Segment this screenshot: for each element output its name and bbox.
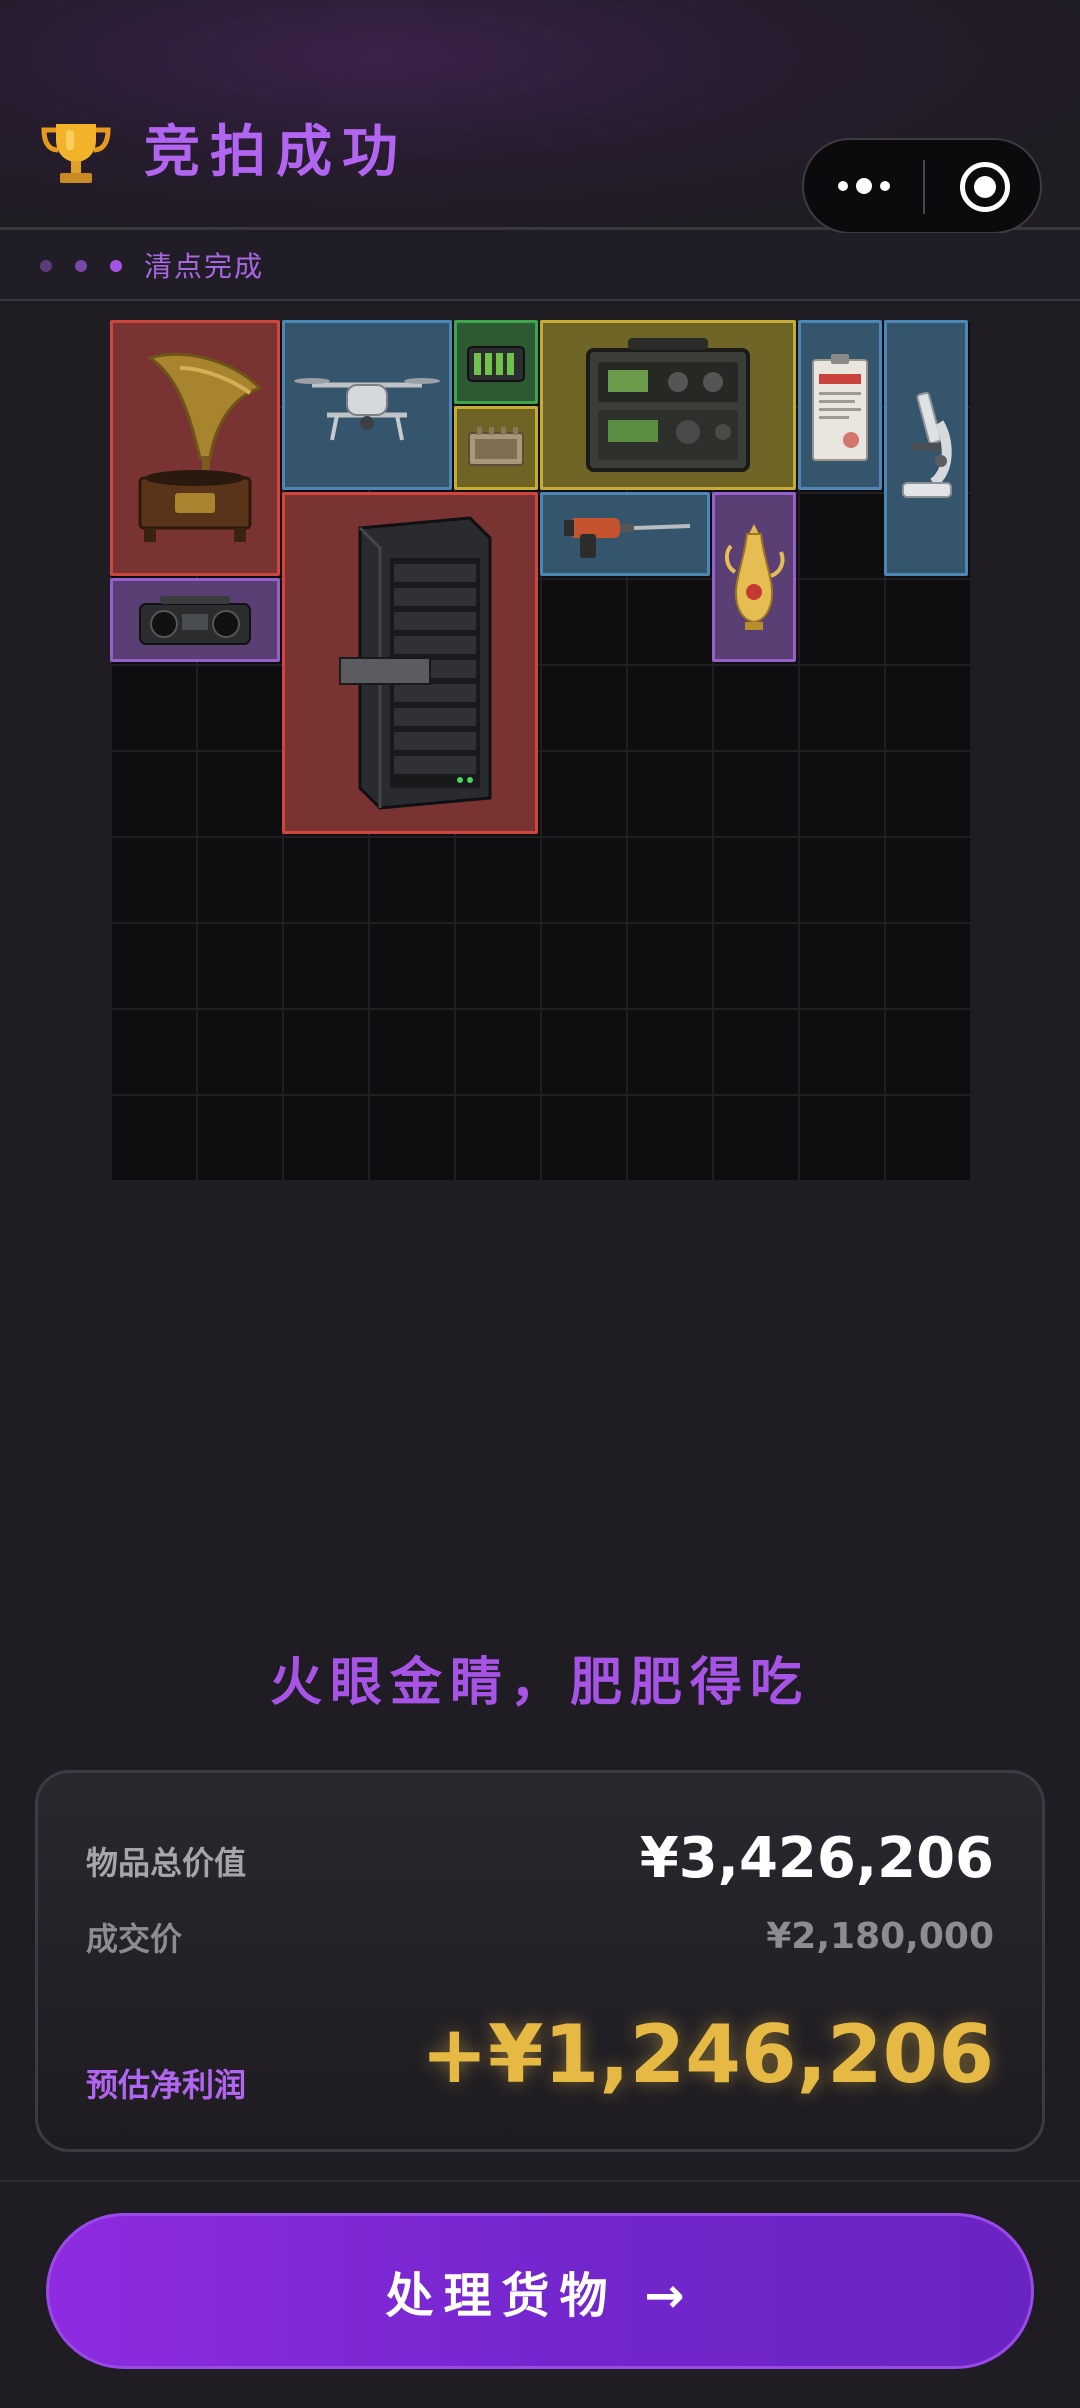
total-value-amount: ¥3,426,206 bbox=[639, 1826, 994, 1891]
server-rack-icon bbox=[339, 516, 492, 810]
profit-amount: +¥1,246,206 bbox=[420, 2008, 994, 2101]
drone-icon bbox=[294, 378, 440, 441]
mini-program-capsule bbox=[802, 138, 1042, 234]
inventory-grid bbox=[110, 320, 970, 1182]
footer-divider bbox=[0, 2180, 1080, 2182]
document-icon bbox=[812, 354, 868, 461]
item-confidential-document[interactable] bbox=[798, 320, 882, 490]
mini-program-close-icon[interactable] bbox=[960, 162, 1010, 212]
progress-steps: 清点完成 bbox=[0, 233, 1080, 301]
battery-pack-icon bbox=[467, 346, 525, 382]
circuit-module-icon bbox=[468, 427, 524, 466]
total-value-label: 物品总价值 bbox=[86, 1844, 247, 1882]
item-microscope[interactable] bbox=[884, 320, 968, 576]
step-dot-3 bbox=[110, 260, 122, 272]
page-title: 竞拍成功 bbox=[144, 120, 408, 185]
item-power-drill[interactable] bbox=[540, 492, 710, 576]
item-drone[interactable] bbox=[282, 320, 452, 490]
process-goods-button[interactable]: 处理货物 → bbox=[46, 2213, 1034, 2369]
boombox-icon bbox=[139, 596, 251, 645]
gramophone-icon bbox=[138, 352, 263, 542]
item-gramophone[interactable] bbox=[110, 320, 280, 576]
item-server-rack[interactable] bbox=[282, 492, 538, 834]
deal-price-amount: ¥2,180,000 bbox=[766, 1916, 994, 1957]
profit-summary-card: 物品总价值 ¥3,426,206 成交价 ¥2,180,000 预估净利润 +¥… bbox=[35, 1770, 1045, 2152]
step-dot-1 bbox=[40, 260, 52, 272]
capsule-divider bbox=[923, 160, 925, 214]
power-drill-icon bbox=[564, 518, 691, 558]
slogan-text: 火眼金睛，肥肥得吃 bbox=[269, 1653, 810, 1713]
trophy-icon bbox=[38, 118, 114, 190]
microscope-icon bbox=[902, 391, 952, 498]
profit-label: 预估净利润 bbox=[86, 2066, 247, 2104]
item-military-radio[interactable] bbox=[540, 320, 796, 490]
step-dot-2 bbox=[75, 260, 87, 272]
item-battery-pack[interactable] bbox=[454, 320, 538, 404]
more-dots-icon[interactable] bbox=[804, 140, 923, 232]
header-bar: 竞拍成功 bbox=[0, 0, 1080, 234]
golden-ewer-icon bbox=[724, 524, 785, 630]
item-circuit-module[interactable] bbox=[454, 406, 538, 490]
military-radio-icon bbox=[586, 338, 750, 472]
item-golden-ewer[interactable] bbox=[712, 492, 796, 662]
step-label: 清点完成 bbox=[144, 250, 265, 283]
item-boombox[interactable] bbox=[110, 578, 280, 662]
deal-price-label: 成交价 bbox=[86, 1920, 183, 1958]
